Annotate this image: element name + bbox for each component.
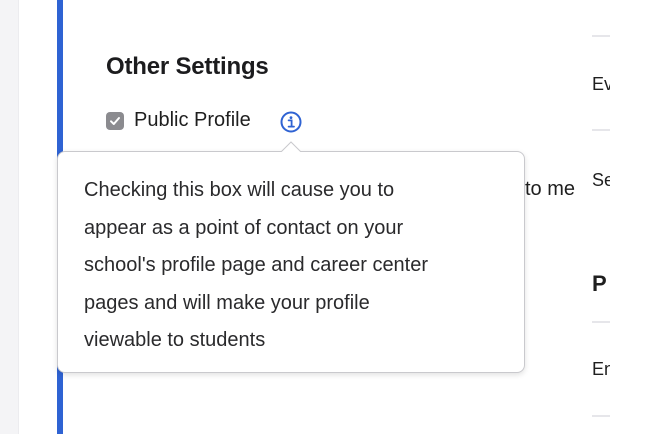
tooltip-line: appear as a point of contact on your — [84, 216, 404, 239]
public-profile-label[interactable]: Public Profile — [134, 109, 251, 132]
tooltip-arrow — [281, 141, 301, 152]
divider — [592, 415, 610, 417]
left-gutter — [0, 0, 19, 434]
tooltip-line: viewable to students — [84, 329, 266, 351]
right-item-p: P — [592, 271, 607, 296]
tooltip-line: Checking this box will cause you to — [84, 179, 395, 201]
section-title: Other Settings — [106, 53, 269, 80]
right-item-ev: Ev — [592, 74, 610, 94]
tooltip-line: pages and will make your profile — [84, 291, 370, 314]
info-tooltip: Checking this box will cause you to appe… — [57, 151, 525, 373]
right-item-se: Se — [592, 170, 610, 190]
divider — [592, 321, 610, 323]
divider — [592, 129, 610, 131]
tooltip-line: school's profile page and career center — [84, 254, 429, 276]
divider — [592, 35, 610, 37]
right-item-en: En — [592, 359, 610, 379]
checkmark-icon — [110, 117, 120, 125]
right-column: Ev Se P En — [592, 0, 652, 434]
obscured-setting-text: to me — [525, 178, 576, 200]
info-circle-icon[interactable] — [280, 111, 302, 133]
public-profile-checkbox[interactable] — [106, 112, 124, 130]
